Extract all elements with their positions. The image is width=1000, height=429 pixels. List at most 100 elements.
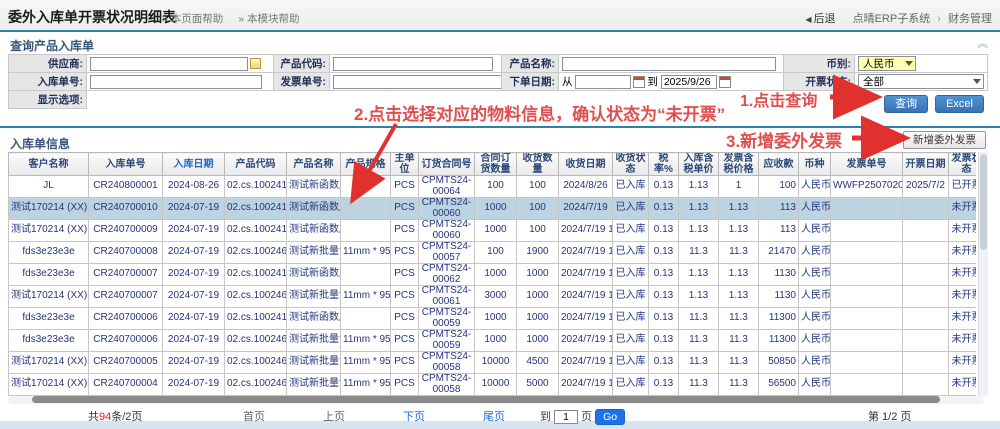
first-page-link[interactable]: 首页 [243, 408, 265, 424]
excel-export-button[interactable]: Excel [935, 95, 984, 113]
cell-product_code: 02.cs.100241 [225, 198, 287, 220]
table-row[interactable]: 测试170214 (XX)CR2407000052024-07-1902.cs.… [9, 352, 977, 374]
breadcrumb-system[interactable]: 点晴ERP子系统 [853, 13, 931, 25]
page-help-link[interactable]: » 本页面帮助 [162, 13, 223, 25]
supplier-input[interactable] [90, 57, 248, 71]
cell-tax_rate: 0.13 [649, 374, 679, 396]
supplier-picker-icon[interactable] [250, 58, 261, 69]
cell-product_name: 测试新函数成 [287, 176, 341, 198]
column-header-invoice_status: 发票状态 [949, 153, 977, 176]
query-button[interactable]: 查询 [884, 95, 928, 113]
cell-tax_rate: 0.13 [649, 330, 679, 352]
product-name-input[interactable] [562, 57, 776, 71]
cell-invoice_no [831, 198, 903, 220]
table-row[interactable]: 测试170214 (XX)CR2407000102024-07-1902.cs.… [9, 198, 977, 220]
calendar-icon[interactable] [633, 76, 645, 88]
receipt-no-input[interactable] [90, 75, 262, 89]
cell-received_qty: 1900 [517, 242, 559, 264]
cell-product_spec [341, 308, 391, 330]
cell-tax_rate: 0.13 [649, 352, 679, 374]
horizontal-scrollbar-thumb[interactable] [32, 396, 940, 403]
cell-currency: 人民币 [799, 308, 831, 330]
cell-receipt_no: CR240700005 [89, 352, 163, 374]
invoice-status-label: 开票状态: [784, 73, 855, 91]
cell-product_code: 02.cs.100241 [225, 264, 287, 286]
table-row[interactable]: fds3e23e3eCR2407000062024-07-1902.cs.100… [9, 330, 977, 352]
prev-page-link[interactable]: 上页 [323, 408, 345, 424]
cell-invoice_price: 11.3 [719, 352, 759, 374]
cell-received_status: 已入库 [613, 330, 649, 352]
currency-select[interactable]: 人民币 [858, 56, 916, 71]
add-outsource-invoice-button[interactable]: 新增委外发票 [903, 131, 986, 149]
table-row[interactable]: 测试170214 (XX)CR2407000042024-07-1902.cs.… [9, 374, 977, 396]
module-help-link[interactable]: » 本模块帮助 [238, 13, 299, 25]
cell-contract_no: CPMTS24-00061 [419, 286, 475, 308]
receipt-no-label: 入库单号: [9, 73, 87, 91]
cell-customer: fds3e23e3e [9, 242, 89, 264]
invoice-status-select[interactable]: 全部 [858, 74, 984, 89]
pagination-bar: 共94条/2页 首页 上页 下页 尾页 到页 Go 第 1/2 页 [0, 407, 1000, 424]
column-header-receipt_no: 入库单号 [89, 153, 163, 176]
table-row[interactable]: 测试170214 (XX)CR2407000072024-07-1902.cs.… [9, 286, 977, 308]
search-form: 供应商: 产品代码: 产品名称: 币别: 人民币 入库单号: 发票单号: 下单日… [8, 54, 988, 109]
cell-received_qty: 100 [517, 198, 559, 220]
table-row[interactable]: fds3e23e3eCR2407000082024-07-1902.cs.100… [9, 242, 977, 264]
cell-contract_no: CPMTS24-00059 [419, 330, 475, 352]
cell-product_code: 02.cs.100241 [225, 176, 287, 198]
display-option-label: 显示选项: [9, 91, 87, 109]
breadcrumb-module[interactable]: 财务管理 [948, 13, 992, 25]
horizontal-scrollbar[interactable] [8, 396, 984, 404]
next-page-link[interactable]: 下页 [403, 408, 425, 424]
cell-receipt_no: CR240700010 [89, 198, 163, 220]
table-row[interactable]: 测试170214 (XX)CR2407000092024-07-1902.cs.… [9, 220, 977, 242]
cell-receivable: 100 [759, 176, 799, 198]
cell-invoice_price: 1 [719, 176, 759, 198]
cell-tax_rate: 0.13 [649, 264, 679, 286]
cell-contract_qty: 100 [475, 242, 517, 264]
supplier-label: 供应商: [9, 55, 87, 73]
cell-invoice_date [903, 264, 949, 286]
invoice-no-label: 发票单号: [274, 73, 330, 91]
last-page-link[interactable]: 尾页 [483, 408, 505, 424]
cell-received_status: 已入库 [613, 352, 649, 374]
vertical-scrollbar-thumb[interactable] [980, 154, 987, 250]
table-row[interactable]: JLCR2408000012024-08-2602.cs.100241测试新函数… [9, 176, 977, 198]
vertical-scrollbar[interactable] [978, 152, 988, 396]
table-row[interactable]: fds3e23e3eCR2407000062024-07-1902.cs.100… [9, 308, 977, 330]
calendar-icon[interactable] [719, 76, 731, 88]
cell-receipt_date: 2024-07-19 [163, 308, 225, 330]
column-header-received_status: 收货状态 [613, 153, 649, 176]
cell-contract_no: CPMTS24-00059 [419, 308, 475, 330]
cell-received_status: 已入库 [613, 198, 649, 220]
cell-received_qty: 1000 [517, 330, 559, 352]
cell-receipt_no: CR240700006 [89, 330, 163, 352]
column-header-customer: 客户名称 [9, 153, 89, 176]
cell-received_status: 已入库 [613, 286, 649, 308]
cell-customer: fds3e23e3e [9, 330, 89, 352]
cell-product_name: 测试新函数成 [287, 308, 341, 330]
cell-invoice_date [903, 308, 949, 330]
column-header-receipt_date[interactable]: 入库日期 [163, 153, 225, 176]
cell-received_date: 2024/7/19 10 [559, 264, 613, 286]
cell-product_code: 02.cs.100246 [225, 374, 287, 396]
cell-currency: 人民币 [799, 176, 831, 198]
table-row[interactable]: fds3e23e3eCR2407000072024-07-1902.cs.100… [9, 264, 977, 286]
date-to-input[interactable] [661, 75, 717, 89]
back-button[interactable]: ◀后退 [805, 13, 835, 25]
product-code-input[interactable] [333, 57, 493, 71]
cell-unit_price: 1.13 [679, 220, 719, 242]
cell-contract_no: CPMTS24-00060 [419, 220, 475, 242]
cell-contract_qty: 1000 [475, 220, 517, 242]
cell-receipt_no: CR240800001 [89, 176, 163, 198]
go-button[interactable]: Go [595, 409, 625, 425]
cell-unit_price: 11.3 [679, 374, 719, 396]
date-from-input[interactable] [575, 75, 631, 89]
cell-receivable: 50850 [759, 352, 799, 374]
cell-receivable: 1130 [759, 286, 799, 308]
collapse-panel-icon[interactable]: ︽ [977, 35, 988, 51]
cell-receivable: 113 [759, 220, 799, 242]
invoice-no-input[interactable] [333, 75, 502, 89]
column-header-invoice_price: 发票含税价格 [719, 153, 759, 176]
cell-invoice_price: 11.3 [719, 374, 759, 396]
goto-page-input[interactable] [554, 410, 578, 424]
